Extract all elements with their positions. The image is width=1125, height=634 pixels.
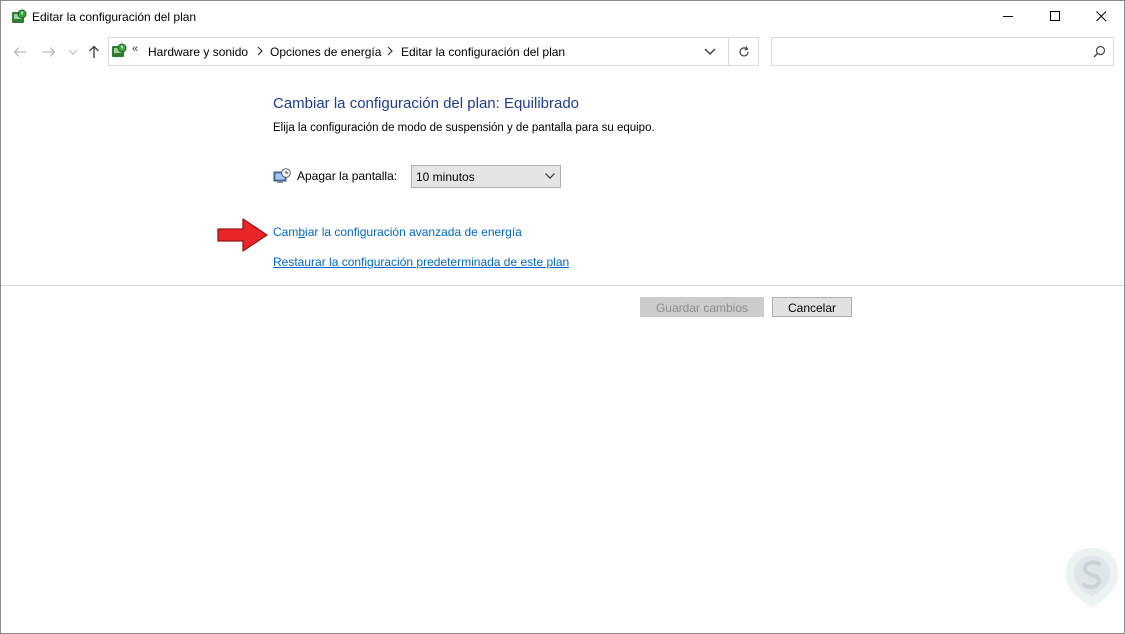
search-input[interactable]	[771, 37, 1114, 66]
chevron-right-icon[interactable]	[385, 45, 395, 57]
breadcrumb-hardware[interactable]: Hardware y sonido	[148, 45, 248, 59]
minimize-icon	[1002, 16, 1013, 17]
forward-button[interactable]	[41, 44, 57, 60]
display-off-label: Apagar la pantalla:	[297, 169, 398, 183]
section-divider	[1, 285, 1124, 286]
page-description: Elija la configuración de modo de suspen…	[273, 122, 655, 134]
display-off-value: 10 minutos	[416, 170, 475, 184]
breadcrumb-power-options[interactable]: Opciones de energía	[270, 45, 381, 59]
chevron-down-icon	[545, 173, 555, 179]
breadcrumb-edit-plan[interactable]: Editar la configuración del plan	[401, 45, 565, 59]
maximize-button[interactable]	[1032, 1, 1078, 32]
link-text-part: Cam	[273, 225, 299, 239]
recent-locations-button[interactable]	[65, 44, 81, 60]
watermark-logo-icon	[1066, 548, 1118, 608]
advanced-power-settings-link[interactable]: Cambiar la configuración avanzada de ene…	[273, 225, 522, 239]
control-panel-window: Editar la configuración del plan « Hardw…	[0, 0, 1125, 634]
chevron-down-icon	[68, 49, 78, 55]
monitor-clock-icon	[273, 168, 291, 183]
minimize-button[interactable]	[985, 1, 1031, 32]
close-button[interactable]	[1078, 1, 1124, 32]
maximize-icon	[1049, 11, 1060, 21]
refresh-icon	[738, 45, 749, 56]
forward-arrow-icon	[43, 47, 56, 57]
chevron-right-icon[interactable]	[255, 45, 265, 57]
back-arrow-icon	[13, 47, 26, 57]
title-bar: Editar la configuración del plan	[1, 1, 1124, 32]
chevron-down-icon[interactable]	[703, 46, 717, 58]
window-title: Editar la configuración del plan	[32, 10, 197, 24]
close-icon	[1095, 11, 1106, 22]
save-changes-button[interactable]: Guardar cambios	[640, 297, 764, 317]
breadcrumb-overflow-icon[interactable]: «	[132, 43, 138, 55]
red-pointer-arrow-icon	[217, 218, 268, 252]
up-arrow-icon	[89, 45, 99, 58]
page-title: Cambiar la configuración del plan: Equil…	[273, 95, 580, 112]
search-icon[interactable]	[1093, 45, 1106, 58]
power-options-icon	[112, 43, 127, 57]
display-off-dropdown[interactable]: 10 minutos	[411, 165, 561, 188]
refresh-button[interactable]	[728, 37, 759, 66]
up-button[interactable]	[86, 44, 102, 60]
link-text-part: iar la configuración avanzada de energía	[305, 225, 522, 239]
cancel-button[interactable]: Cancelar	[772, 297, 852, 317]
restore-defaults-link[interactable]: Restaurar la configuración predeterminad…	[273, 255, 569, 269]
back-button[interactable]	[12, 44, 28, 60]
main-content: Cambiar la configuración del plan: Equil…	[1, 72, 1124, 633]
power-options-icon	[12, 9, 27, 23]
address-bar[interactable]: « Hardware y sonido Opciones de energía …	[108, 37, 729, 66]
navigation-bar: « Hardware y sonido Opciones de energía …	[1, 32, 1124, 72]
